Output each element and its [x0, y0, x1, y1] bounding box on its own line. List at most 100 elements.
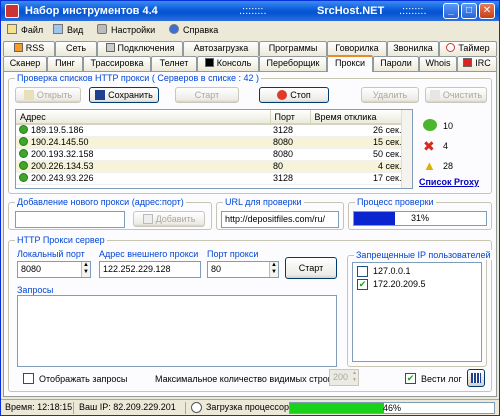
show-requests-checkbox[interactable] — [23, 373, 34, 384]
proxy-port-label: Порт прокси — [207, 249, 259, 259]
ext-addr-label: Адрес внешнего прокси — [99, 249, 199, 259]
warning-count: 28 — [443, 161, 454, 171]
clear-button[interactable]: Очистить — [425, 87, 487, 103]
banned-ip: 172.20.209.5 — [373, 279, 426, 289]
log-label: Вести лог — [421, 374, 462, 384]
banned-ip: 127.0.0.1 — [373, 266, 411, 276]
stop-button[interactable]: Стоп — [259, 87, 329, 103]
floppy-icon — [95, 90, 106, 100]
proxy-port-spinner[interactable]: ▲ ▼ — [269, 262, 278, 277]
col-port[interactable]: Порт — [270, 110, 311, 125]
proxy-table[interactable]: Адрес Порт Время отклика 189.19.5.186 312… — [15, 109, 413, 189]
rss-icon — [13, 43, 23, 52]
tab-ping[interactable]: Пинг — [47, 56, 83, 71]
save-button[interactable]: Сохранить — [89, 87, 159, 103]
tab-telnet[interactable]: Телнет — [151, 56, 197, 71]
fail-icon: ✖ — [423, 138, 435, 154]
tab-timer[interactable]: Таймер — [439, 41, 497, 56]
local-port-spinner[interactable]: ▲ ▼ — [81, 262, 90, 277]
table-row[interactable]: 200.226.134.53 80 4 сек. — [16, 160, 412, 173]
warning-icon: ▲ — [423, 158, 436, 173]
calendar-icon — [471, 373, 481, 383]
window-title: Набор инструментов 4.4 — [25, 5, 158, 17]
tab-connections[interactable]: Подключения — [97, 41, 183, 56]
add-proxy-input[interactable] — [15, 211, 125, 228]
cpu-clock-icon — [191, 402, 202, 413]
requests-label: Запросы — [17, 285, 54, 295]
status-bar: Время: 12:18:15 Ваш IP: 82.209.229.201 З… — [1, 399, 499, 415]
tab-autorun[interactable]: Автозагрузка — [183, 41, 259, 56]
check-url-input[interactable]: http://depositfiles.com/ru/ — [221, 211, 339, 228]
requests-box[interactable] — [17, 295, 337, 367]
proxy-list-link[interactable]: Список Proxy — [419, 177, 479, 187]
progress-title: Процесс проверки — [355, 197, 436, 207]
tab-bruteforce[interactable]: Переборщик — [259, 56, 327, 71]
menu-settings[interactable]: Настройки — [97, 24, 155, 37]
tab-passwords[interactable]: Пароли — [373, 56, 419, 71]
banned-ip-list[interactable]: 127.0.0.1 ✔ 172.20.209.5 — [352, 262, 482, 362]
close-button[interactable]: ✕ — [479, 3, 495, 19]
log-checkbox[interactable]: ✔ — [405, 373, 416, 384]
banned-checkbox[interactable] — [357, 266, 368, 277]
tab-console[interactable]: Консоль — [197, 56, 259, 71]
delete-button[interactable]: Удалить — [361, 87, 419, 103]
status-ip: Ваш IP: 82.209.229.201 — [79, 402, 176, 412]
tab-proxy[interactable]: Прокси — [327, 55, 373, 72]
success-count: 10 — [443, 121, 454, 131]
max-rows-spinner[interactable]: ▲ ▼ — [351, 370, 358, 385]
server-start-button[interactable]: Старт — [285, 257, 337, 279]
max-rows-label: Максимальное количество видимых строк — [155, 374, 332, 384]
local-port-label: Локальный порт — [17, 249, 85, 259]
stop-icon — [277, 90, 288, 100]
table-row[interactable]: 200.243.93.226 3128 17 сек. — [16, 172, 412, 185]
menu-file[interactable]: Файл — [7, 24, 43, 37]
banned-checkbox[interactable]: ✔ — [357, 279, 368, 290]
col-address[interactable]: Адрес — [16, 110, 271, 125]
menu-bar: Файл Вид Настройки Справка — [1, 21, 499, 39]
tab-network[interactable]: Сеть — [55, 41, 97, 56]
tab-scanner[interactable]: Сканер — [3, 56, 47, 71]
progress-group: Процесс проверки 31% — [348, 197, 492, 230]
fail-count: 4 — [443, 141, 449, 151]
title-site: SrcHost.NET — [317, 5, 385, 17]
tab-irc[interactable]: IRC — [457, 56, 497, 71]
table-row[interactable]: 190.24.145.50 8080 15 сек. — [16, 136, 412, 149]
status-time: Время: 12:18:15 — [5, 402, 73, 412]
tab-programs[interactable]: Программы — [259, 41, 327, 56]
log-settings-button[interactable] — [467, 369, 485, 387]
minimize-button[interactable]: _ — [443, 3, 459, 19]
ok-icon — [19, 125, 28, 135]
table-row[interactable]: 189.19.5.186 3128 26 сек. — [16, 124, 412, 137]
check-url-title: URL для проверки — [223, 197, 304, 207]
menu-help[interactable]: Справка — [169, 24, 218, 37]
tab-talker[interactable]: Говорилка — [327, 41, 387, 56]
ok-icon — [19, 161, 28, 170]
local-port-input[interactable]: 8080 — [17, 261, 91, 278]
check-url-group: URL для проверки http://depositfiles.com… — [216, 197, 344, 230]
ok-icon — [19, 173, 28, 182]
add-proxy-title: Добавление нового прокси (адрес:порт) — [15, 197, 186, 207]
tab-whois[interactable]: Whois — [419, 56, 457, 71]
col-response-time[interactable]: Время отклика — [310, 110, 412, 125]
tools-icon — [97, 24, 107, 34]
add-icon — [142, 214, 153, 224]
tab-traceroute[interactable]: Трассировка — [83, 56, 151, 71]
table-row[interactable]: 200.193.32.158 8080 50 сек. — [16, 148, 412, 161]
maximize-button[interactable]: □ — [461, 3, 477, 19]
folder-icon — [23, 90, 34, 100]
start-check-button[interactable]: Старт — [175, 87, 239, 103]
ext-addr-input[interactable]: 122.252.229.128 — [99, 261, 201, 278]
title-bar[interactable]: Набор инструментов 4.4 .:::::::. SrcHost… — [1, 1, 499, 21]
tab-rss[interactable]: RSS — [3, 41, 55, 56]
tab-dialer[interactable]: Звонилка — [387, 41, 439, 56]
file-icon — [7, 24, 17, 34]
menu-view[interactable]: Вид — [53, 24, 83, 37]
cpu-label: Загрузка процессора: — [206, 402, 297, 412]
ok-icon — [19, 137, 28, 146]
title-decor-right: .:::::::. — [399, 5, 427, 17]
progress-label: 31% — [410, 213, 429, 223]
tabs-row-1: RSS Сеть Подключения Автозагрузка Програ… — [3, 41, 497, 56]
open-button[interactable]: Открыть — [15, 87, 81, 103]
add-proxy-button[interactable]: Добавить — [133, 211, 205, 227]
table-scrollbar[interactable] — [401, 110, 412, 188]
